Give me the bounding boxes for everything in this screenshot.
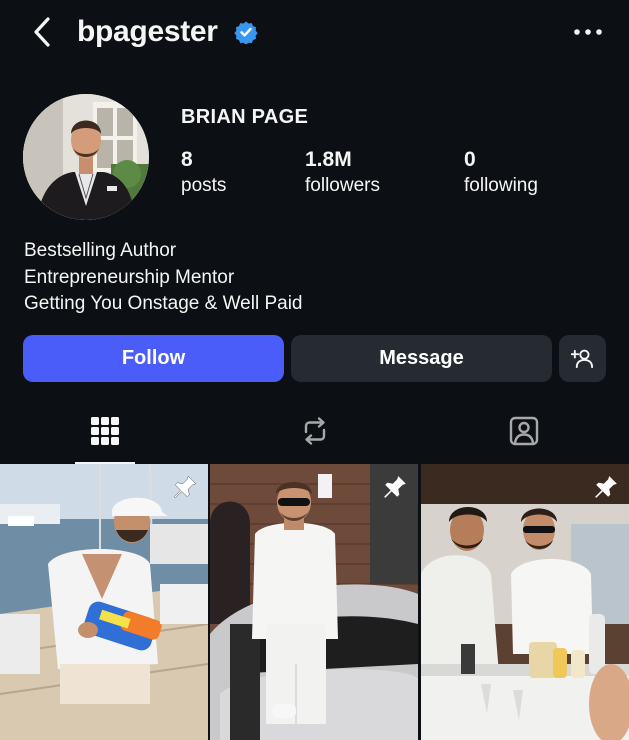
tagged-user-icon: [509, 416, 539, 446]
profile-tabs: [0, 402, 629, 464]
grid-icon: [91, 417, 119, 445]
following-label: following: [464, 175, 538, 196]
posts-label: posts: [181, 175, 227, 196]
following-count: 0: [464, 148, 476, 171]
tab-tagged[interactable]: [419, 402, 629, 464]
post-thumbnail[interactable]: [0, 464, 208, 740]
pinned-icon: [173, 475, 197, 499]
more-options-button[interactable]: [572, 22, 604, 42]
followers-count: 1.8M: [305, 148, 352, 171]
posts-stat[interactable]: 8 posts: [181, 147, 226, 199]
more-horizontal-icon: [574, 29, 602, 35]
post-thumbnail[interactable]: [421, 464, 629, 740]
top-bar: bpagester: [0, 0, 629, 66]
profile-bio: Bestselling Author Entrepreneurship Ment…: [24, 238, 303, 318]
bio-line: Entrepreneurship Mentor: [24, 266, 235, 288]
pinned-icon: [384, 476, 406, 498]
bio-line: Getting You Onstage & Well Paid: [24, 293, 303, 314]
verified-badge-icon: [234, 20, 258, 45]
following-stat[interactable]: 0 following: [464, 147, 538, 199]
followers-stat[interactable]: 1.8M followers: [305, 147, 380, 199]
bio-line: Bestselling Author: [24, 240, 177, 261]
followers-label: followers: [305, 175, 380, 196]
back-button[interactable]: [28, 14, 58, 50]
profile-display-name: BRIAN PAGE: [181, 106, 309, 128]
tab-posts[interactable]: [0, 402, 210, 464]
posts-count: 8: [181, 148, 193, 171]
chevron-left-icon: [34, 17, 50, 47]
profile-avatar[interactable]: [23, 94, 149, 220]
add-person-icon: [571, 349, 594, 369]
repost-icon: [304, 417, 326, 445]
profile-username: bpagester: [77, 15, 218, 48]
message-button[interactable]: Message: [291, 335, 552, 382]
posts-grid: [0, 464, 629, 740]
tab-reposts[interactable]: [210, 402, 420, 464]
follow-button[interactable]: Follow: [23, 335, 284, 382]
post-thumbnail[interactable]: [210, 464, 418, 740]
pinned-icon: [595, 476, 617, 498]
suggested-accounts-button[interactable]: [559, 335, 606, 382]
